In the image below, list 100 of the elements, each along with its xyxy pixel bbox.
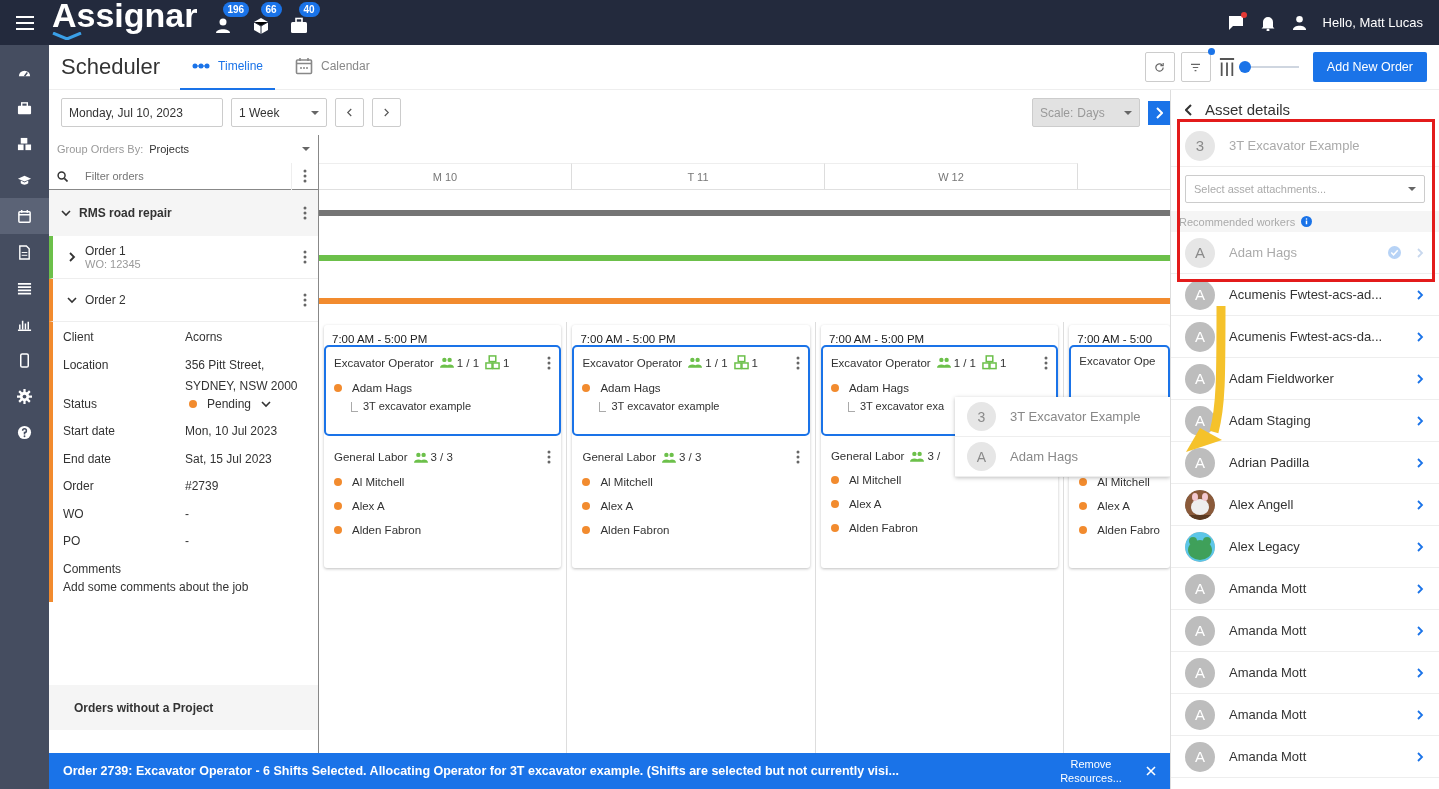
more-icon[interactable]	[1044, 355, 1049, 370]
count-badge: 66	[260, 1, 282, 17]
menu-icon[interactable]	[16, 15, 34, 30]
worker-name[interactable]: Alden Fabron	[848, 522, 918, 534]
worker-row[interactable]: Alex Legacy	[1171, 526, 1439, 568]
user-greeting[interactable]: Hello, Matt Lucas	[1322, 15, 1423, 30]
worker-name[interactable]: Al Mitchell	[352, 476, 405, 488]
worker-name[interactable]: Al Mitchell	[1097, 476, 1150, 488]
role-block[interactable]: Excavator Operator 1 / 1 1 Adam Hags 3T excavator example	[324, 345, 562, 436]
chat-icon[interactable]	[1227, 14, 1244, 31]
chevron-right-icon	[1155, 106, 1163, 119]
worker-row[interactable]: A Adam Fieldworker	[1171, 358, 1439, 400]
logo[interactable]: Assignar	[52, 0, 198, 32]
remove-resources-button[interactable]: Remove Resources...	[1046, 757, 1136, 785]
user-icon[interactable]	[1291, 15, 1307, 30]
nav-item[interactable]	[0, 198, 49, 234]
comments-text[interactable]: Add some comments about the job	[63, 579, 249, 594]
worker-name[interactable]: Al Mitchell	[600, 476, 653, 488]
more-icon[interactable]	[303, 250, 307, 264]
chevron-right-icon[interactable]	[1415, 457, 1425, 468]
group-by-select[interactable]: Projects	[149, 143, 296, 155]
add-order-button[interactable]: Add New Order	[1312, 52, 1427, 82]
worker-row[interactable]: A Acumenis Fwtest-acs-da...	[1171, 316, 1439, 358]
status-select[interactable]: Pending	[185, 396, 276, 411]
range-select[interactable]: 1 Week	[231, 98, 327, 127]
group-title[interactable]: Orders without a Project	[74, 700, 214, 715]
order-title[interactable]: Order 1	[85, 244, 295, 258]
asset-name[interactable]: 3T excavator example	[363, 400, 472, 412]
chevron-right-icon[interactable]	[1415, 373, 1425, 384]
worker-name[interactable]: Alden Fabro	[1097, 524, 1160, 536]
worker-name[interactable]: Adam Hags	[848, 382, 909, 394]
more-icon[interactable]	[547, 355, 552, 370]
order-title[interactable]: Order 2	[85, 293, 295, 307]
asset-count: 1	[503, 356, 510, 369]
person-icon[interactable]	[213, 16, 232, 35]
columns-icon[interactable]	[1218, 56, 1235, 78]
worker-name[interactable]: Alden Fabron	[600, 524, 670, 536]
worker-row[interactable]: A Amanda Mott	[1171, 694, 1439, 736]
worker-name: Adam Hags	[1229, 245, 1298, 260]
chevron-right-icon[interactable]	[1415, 415, 1425, 426]
briefcase-icon[interactable]	[289, 16, 308, 35]
more-icon[interactable]	[547, 450, 552, 464]
view-tab[interactable]: Calendar	[283, 44, 382, 90]
cube-icon[interactable]	[251, 16, 270, 35]
role-block[interactable]: Excavator Operator 1 / 1 1 Adam Hags 3T excavator example	[572, 345, 810, 436]
chevron-right-icon[interactable]	[1415, 499, 1425, 510]
dropdown-caret-icon	[302, 147, 310, 151]
slider-thumb[interactable]	[1238, 61, 1251, 73]
chevron-right-icon[interactable]	[1415, 583, 1425, 594]
bell-icon[interactable]	[1259, 14, 1276, 31]
date-field[interactable]: Monday, Jul 10, 2023	[61, 98, 223, 127]
worker-count: 3 / 3	[430, 451, 453, 463]
worker-row[interactable]: A Acumenis Fwtest-acs-ad...	[1171, 274, 1439, 316]
chevron-right-icon[interactable]	[1415, 625, 1425, 636]
more-icon[interactable]	[303, 293, 307, 307]
worker-name[interactable]: Al Mitchell	[848, 474, 902, 486]
chevron-right-icon[interactable]	[1415, 751, 1425, 762]
worker-row[interactable]: Alex Angell	[1171, 484, 1439, 526]
more-icon[interactable]	[795, 355, 800, 370]
expand-chevron-icon[interactable]	[61, 208, 71, 218]
filter-button[interactable]	[1180, 52, 1211, 82]
worker-name[interactable]: Alex A	[600, 500, 634, 512]
view-tab[interactable]: Timeline	[180, 44, 275, 90]
cubes-icon	[17, 136, 32, 152]
worker-name[interactable]: Alex A	[1097, 500, 1130, 512]
info-icon[interactable]	[1301, 216, 1313, 227]
worker-row[interactable]: A Amanda Mott	[1171, 652, 1439, 694]
dropdown-caret-icon	[1408, 187, 1416, 191]
back-icon[interactable]	[1185, 103, 1193, 116]
expand-chevron-icon[interactable]	[67, 252, 77, 262]
more-icon[interactable]	[303, 169, 307, 183]
worker-name[interactable]: Adam Hags	[352, 382, 413, 394]
shift-card[interactable]: 7:00 AM - 5:00 PM Excavator Operator 1 / 1 1 Adam Hags 3T excavator example General Labor 3 / 3 Al Mitchell Alex A Alden Fabron	[324, 325, 562, 568]
panel-toggle-button[interactable]	[1148, 100, 1170, 125]
chevron-right-icon[interactable]	[1415, 667, 1425, 678]
worker-row[interactable]: A Amanda Mott	[1171, 610, 1439, 652]
shift-card[interactable]: 7:00 AM - 5:00 PM Excavator Operator 1 / 1 1 Adam Hags 3T excavator example General Labor 3 / 3 Al Mitchell Alex A Alden Fabron	[572, 325, 810, 568]
chevron-right-icon[interactable]	[1415, 331, 1425, 342]
asset-count: 1	[751, 356, 758, 369]
asset-name[interactable]: 3T excavator exa	[859, 400, 945, 412]
chevron-right-icon[interactable]	[1415, 289, 1425, 300]
zoom-slider[interactable]	[1238, 61, 1299, 73]
worker-row[interactable]: A Amanda Mott	[1171, 736, 1439, 778]
detail-value: Sat, 15 Jul 2023	[185, 451, 272, 466]
worker-row[interactable]: A Amanda Mott	[1171, 568, 1439, 610]
worker-name[interactable]: Alden Fabron	[352, 524, 422, 536]
worker-name[interactable]: Alex A	[848, 498, 882, 510]
refresh-button[interactable]	[1144, 52, 1175, 82]
more-icon[interactable]	[303, 206, 307, 220]
worker-name: Amanda Mott	[1229, 581, 1308, 596]
cubes-icon	[733, 355, 749, 370]
asset-name[interactable]: 3T excavator example	[611, 400, 720, 412]
more-icon[interactable]	[795, 450, 800, 464]
close-icon[interactable]	[1146, 766, 1156, 776]
worker-name[interactable]: Alex A	[352, 500, 385, 512]
expand-chevron-icon[interactable]	[67, 295, 77, 305]
worker-name[interactable]: Adam Hags	[600, 382, 661, 394]
chevron-right-icon[interactable]	[1415, 541, 1425, 552]
chevron-down-icon[interactable]	[261, 398, 272, 409]
chevron-right-icon[interactable]	[1415, 709, 1425, 720]
